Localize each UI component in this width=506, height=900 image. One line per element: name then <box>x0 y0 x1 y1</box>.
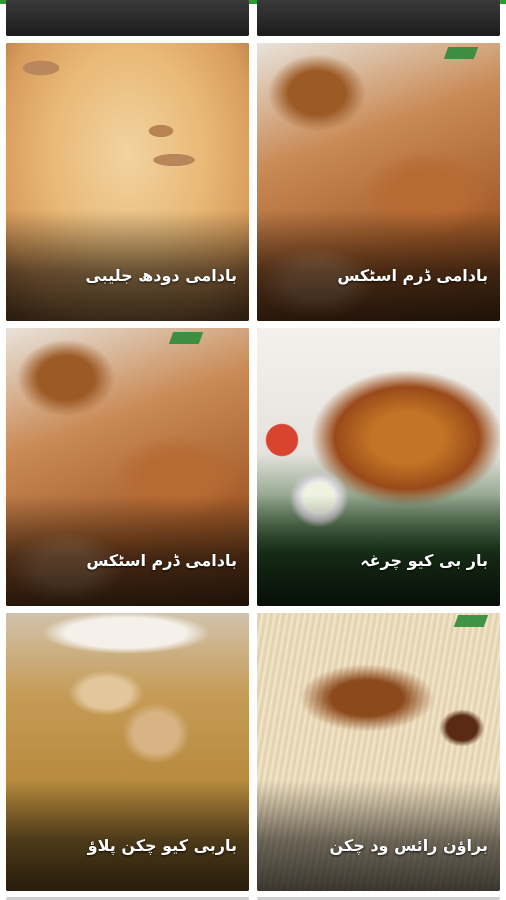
recipe-card-partial[interactable] <box>257 0 500 36</box>
recipe-title: بادامی دودھ جلیبی <box>85 266 237 285</box>
recipe-card-badami-doodh-jalebi[interactable]: بادامی دودھ جلیبی <box>6 43 249 321</box>
recipe-title: باربی کیو چکن پلاؤ <box>87 836 237 855</box>
channel-logo-watermark <box>168 332 204 344</box>
channel-logo-watermark <box>443 47 479 59</box>
recipe-card-partial[interactable] <box>6 0 249 36</box>
recipe-title: بادامی ڈرم اسٹکس <box>337 266 488 285</box>
recipe-photo <box>257 0 500 36</box>
recipe-card-badami-drumsticks[interactable]: بادامی ڈرم اسٹکس <box>257 43 500 321</box>
recipe-title: بادامی ڈرم اسٹکس <box>86 551 237 570</box>
recipe-title: بار بی کیو چرغہ <box>360 551 488 570</box>
recipe-card-badami-drumsticks-2[interactable]: بادامی ڈرم اسٹکس <box>6 328 249 606</box>
channel-logo-watermark <box>453 615 489 627</box>
recipe-card-brown-rice-chicken[interactable]: براؤن رائس ود چکن <box>257 613 500 891</box>
recipe-card-bbq-chargha[interactable]: بار بی کیو چرغہ <box>257 328 500 606</box>
recipe-grid: بادامی دودھ جلیبی بادامی ڈرم اسٹکس بادام… <box>0 0 506 900</box>
recipe-title: براؤن رائس ود چکن <box>329 836 488 855</box>
recipe-card-bbq-chicken-pulao[interactable]: باربی کیو چکن پلاؤ <box>6 613 249 891</box>
recipe-photo <box>6 0 249 36</box>
